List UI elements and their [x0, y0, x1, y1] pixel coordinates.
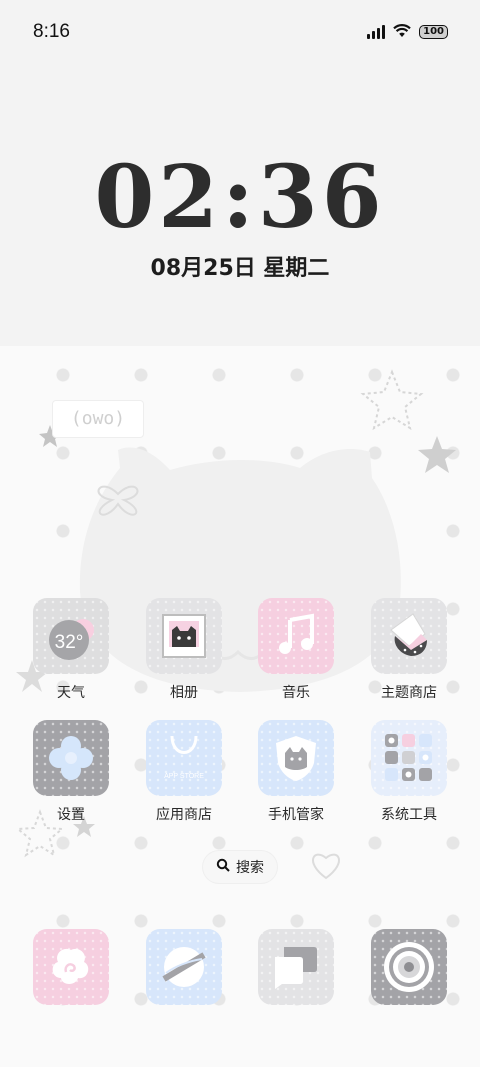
app-label: 设置: [57, 807, 85, 823]
app-weather[interactable]: 32° 天气: [21, 598, 121, 702]
gallery-icon: [146, 598, 222, 674]
status-time: 8:16: [33, 21, 70, 42]
shield-cat-icon: [258, 720, 334, 796]
app-settings[interactable]: 设置: [21, 720, 121, 824]
search-label: 搜索: [236, 860, 264, 876]
clock-time: 02:36: [94, 147, 386, 248]
app-app-store[interactable]: APP STORE 应用商店: [134, 720, 234, 824]
app-label: 应用商店: [156, 807, 212, 823]
app-label: 天气: [57, 685, 85, 701]
status-bar: 8:16 100: [0, 0, 480, 64]
dock-app-1[interactable]: [21, 929, 121, 1005]
search-button[interactable]: 搜索: [203, 851, 277, 883]
battery-indicator: 100: [419, 25, 448, 39]
flower-icon: [33, 929, 109, 1005]
ice-cream-icon: [371, 598, 447, 674]
signal-icon: [367, 25, 386, 39]
app-store-caption: APP STORE: [164, 773, 204, 780]
weather-icon: 32°: [33, 598, 109, 674]
tools-grid-icon: [371, 720, 447, 796]
planet-icon: [146, 929, 222, 1005]
clock-date: 08月25日 星期二: [150, 256, 330, 281]
app-label: 相册: [170, 685, 198, 701]
app-system-tools[interactable]: 系统工具: [359, 720, 459, 824]
wifi-icon: [393, 23, 411, 42]
dock-app-browser[interactable]: [134, 929, 234, 1005]
heart-outline-icon: [312, 853, 340, 880]
clover-icon: [33, 720, 109, 796]
app-label: 音乐: [282, 685, 310, 701]
app-label: 主题商店: [381, 685, 437, 701]
star-icon: [418, 436, 456, 473]
owo-widget[interactable]: (owo): [52, 400, 144, 438]
app-label: 系统工具: [381, 807, 437, 823]
app-theme-store[interactable]: 主题商店: [359, 598, 459, 702]
shopping-bag-icon: APP STORE: [146, 720, 222, 796]
app-gallery[interactable]: 相册: [134, 598, 234, 702]
chat-bubble-icon: [258, 929, 334, 1005]
app-label: 手机管家: [268, 807, 324, 823]
status-icons: 100: [367, 23, 448, 42]
weather-temp: 32°: [55, 632, 84, 653]
dock-app-messages[interactable]: [246, 929, 346, 1005]
camera-lens-icon: [371, 929, 447, 1005]
search-icon: [216, 858, 230, 876]
app-phone-manager[interactable]: 手机管家: [246, 720, 346, 824]
star-outline-icon: [360, 369, 424, 431]
app-music[interactable]: 音乐: [246, 598, 346, 702]
dock-app-camera[interactable]: [359, 929, 459, 1005]
music-note-icon: [258, 598, 334, 674]
